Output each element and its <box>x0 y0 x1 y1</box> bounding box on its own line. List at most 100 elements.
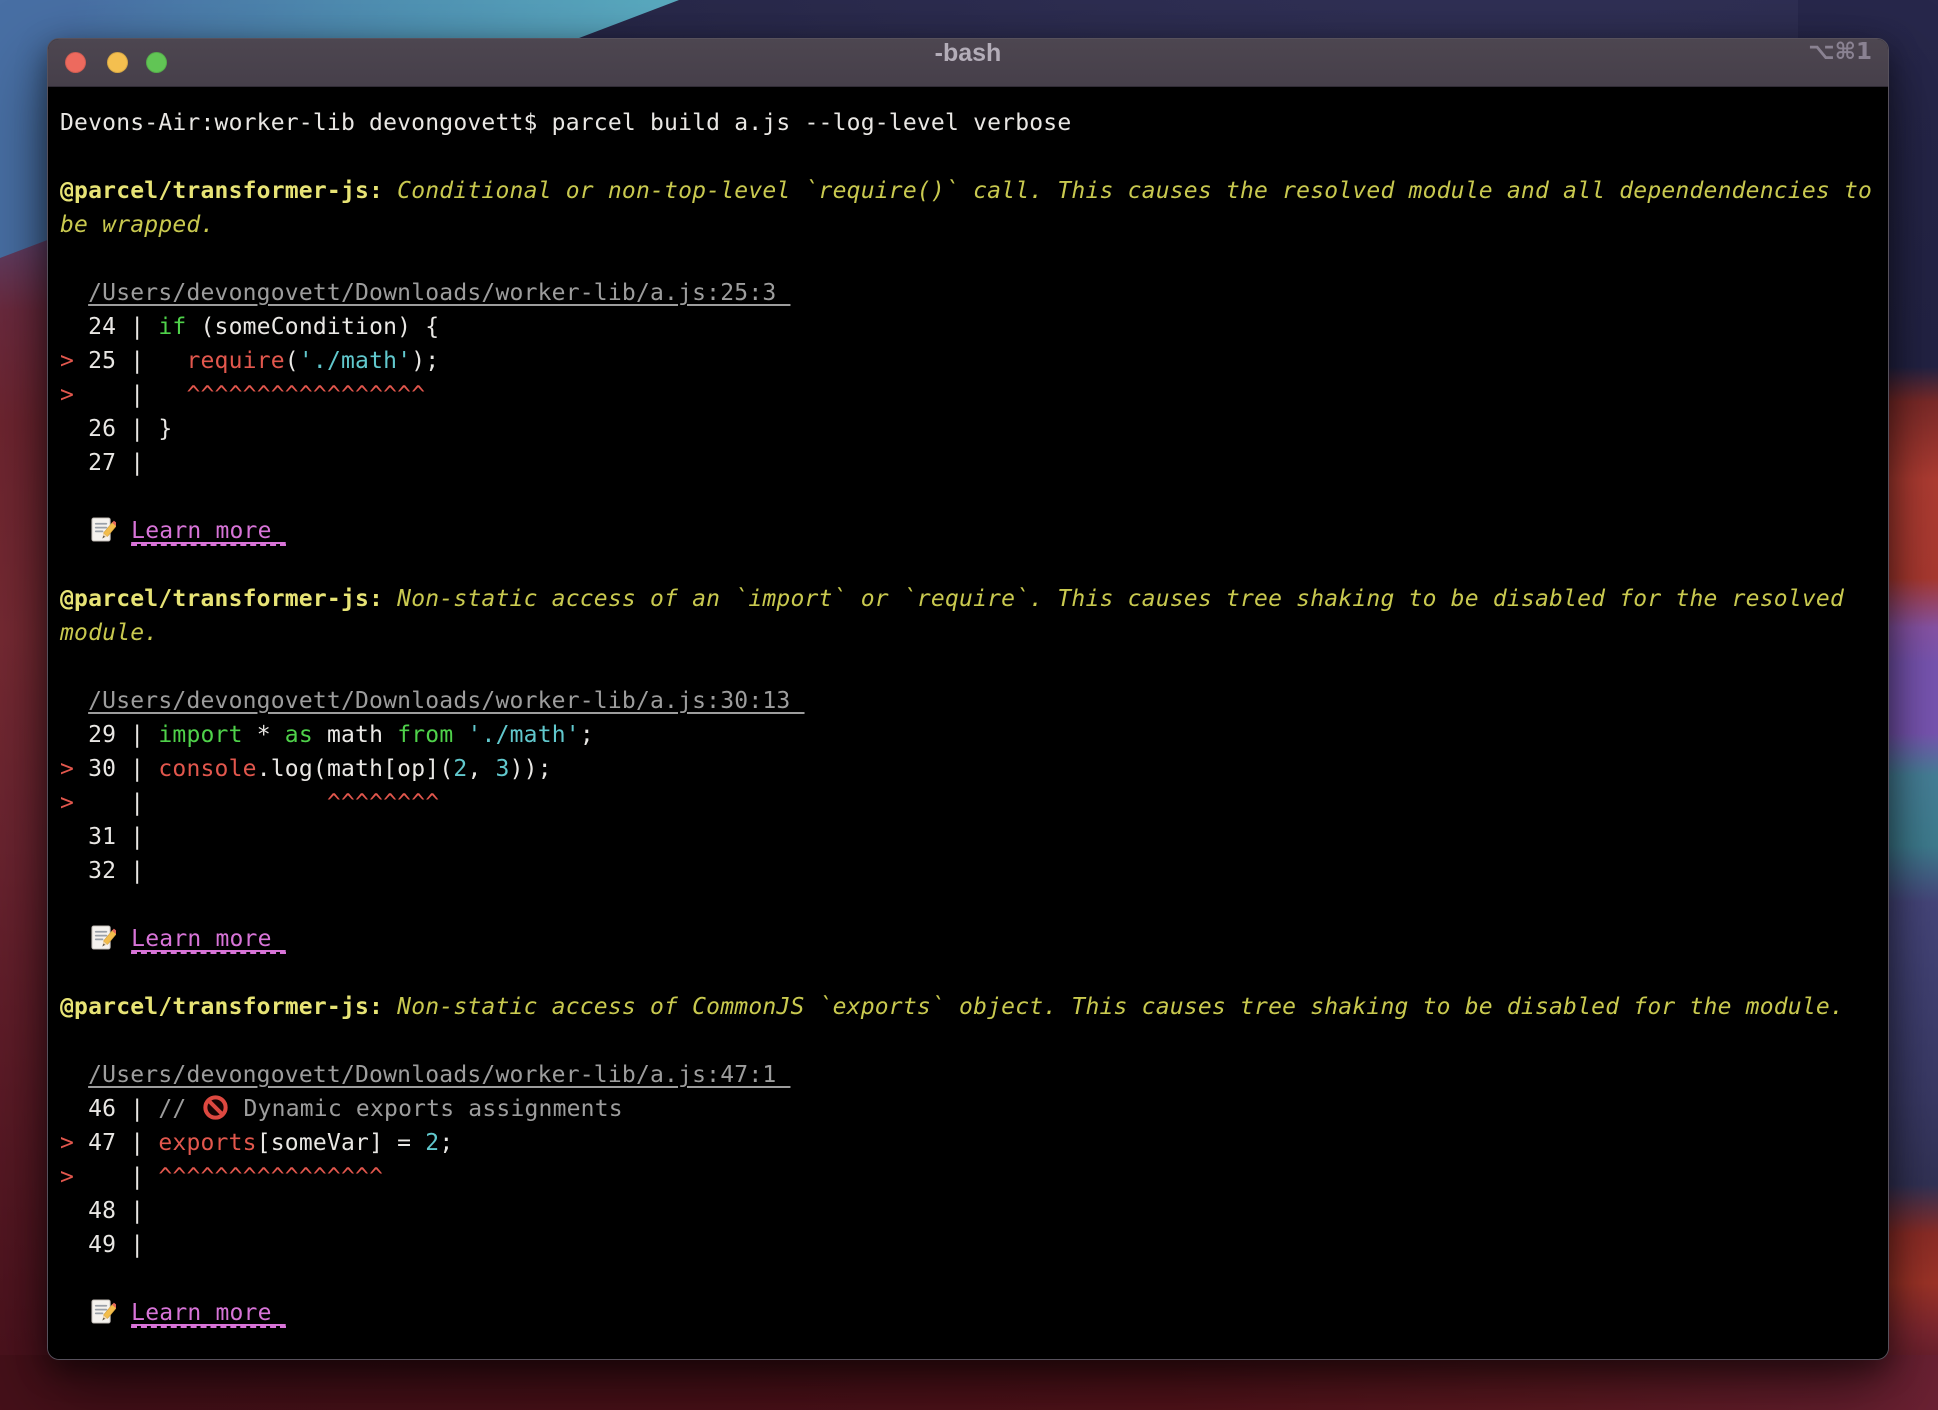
highlight-marker: > <box>60 756 88 782</box>
memo-icon <box>89 516 116 543</box>
terminal-text: from <box>397 722 453 748</box>
shell-prompt-command: Devons-Air:worker-lib devongovett$ parce… <box>60 110 1071 136</box>
terminal-text: .log(math[op]( <box>257 756 454 782</box>
learn-more-link[interactable]: Learn more <box>131 518 286 546</box>
line-number: 32 | <box>60 858 144 884</box>
warning-source: @parcel/transformer-js: <box>60 994 383 1020</box>
caret-underline: ^^^^^^^^^^^^^^^^ <box>158 1164 383 1190</box>
warning-message: Conditional or non-top-level `require()`… <box>383 178 1872 204</box>
terminal-line <box>60 140 1876 174</box>
terminal-line: /Users/devongovett/Downloads/worker-lib/… <box>60 684 1876 718</box>
terminal-line: 24 | if (someCondition) { <box>60 310 1876 344</box>
terminal-text: './math' <box>467 722 579 748</box>
highlight-marker: > <box>60 790 74 816</box>
terminal-text: (someCondition) { <box>186 314 439 340</box>
terminal-text <box>60 688 88 714</box>
highlight-marker: > <box>60 1130 88 1156</box>
terminal-line: 46 | // Dynamic exports assignments <box>60 1092 1876 1126</box>
terminal-text: if <box>158 314 186 340</box>
terminal-line <box>60 242 1876 276</box>
terminal-output[interactable]: Devons-Air:worker-lib devongovett$ parce… <box>48 87 1888 1360</box>
wallpaper-bottom-band <box>0 1355 1938 1410</box>
terminal-text: import <box>158 722 242 748</box>
terminal-line: > 47 | exports[someVar] = 2; <box>60 1126 1876 1160</box>
terminal-line: module. <box>60 616 1876 650</box>
file-path-link: /Users/devongovett/Downloads/worker-lib/… <box>88 280 790 306</box>
terminal-line: @parcel/transformer-js: Conditional or n… <box>60 174 1876 208</box>
terminal-line <box>60 480 1876 514</box>
line-number: 24 | <box>60 314 158 340</box>
terminal-text: console <box>158 756 256 782</box>
line-number: 47 | <box>88 1130 158 1156</box>
terminal-text: ; <box>439 1130 453 1156</box>
terminal-line: Learn more <box>60 922 1876 956</box>
terminal-line: > | ^^^^^^^^^^^^^^^^ <box>60 1160 1876 1194</box>
terminal-text: './math' <box>299 348 411 374</box>
highlight-marker: > <box>60 348 88 374</box>
warning-message: module. <box>60 620 158 646</box>
terminal-line: > | ^^^^^^^^ <box>60 786 1876 820</box>
terminal-text: 2 <box>425 1130 439 1156</box>
terminal-line: 29 | import * as math from './math'; <box>60 718 1876 752</box>
terminal-text <box>453 722 467 748</box>
line-number: 26 | } <box>60 416 172 442</box>
terminal-text: * <box>243 722 285 748</box>
caret-underline: ^^^^^^^^^^^^^^^^^ <box>186 382 425 408</box>
terminal-line: Devons-Air:worker-lib devongovett$ parce… <box>60 106 1876 140</box>
terminal-line <box>60 1024 1876 1058</box>
window-shortcut-badge: ⌥⌘1 <box>1808 39 1872 65</box>
terminal-line <box>60 548 1876 582</box>
terminal-text <box>60 1062 88 1088</box>
warning-message: Non-static access of CommonJS `exports` … <box>383 994 1844 1020</box>
terminal-text: | <box>74 790 327 816</box>
terminal-line: @parcel/transformer-js: Non-static acces… <box>60 582 1876 616</box>
line-number: 31 | <box>60 824 144 850</box>
terminal-line: 32 | <box>60 854 1876 888</box>
terminal-line: > 25 | require('./math'); <box>60 344 1876 378</box>
line-number: 27 | <box>60 450 144 476</box>
terminal-text: 2 <box>453 756 467 782</box>
caret-underline: ^^^^^^^^ <box>327 790 439 816</box>
warning-source: @parcel/transformer-js: <box>60 586 383 612</box>
terminal-text: )); <box>510 756 552 782</box>
learn-more-link[interactable]: Learn more <box>131 926 286 954</box>
terminal-line: /Users/devongovett/Downloads/worker-lib/… <box>60 1058 1876 1092</box>
terminal-text: , <box>467 756 495 782</box>
terminal-line: Learn more <box>60 514 1876 548</box>
line-number: 25 | <box>88 348 186 374</box>
window-titlebar[interactable]: -bash ⌥⌘1 <box>48 39 1888 87</box>
terminal-line: 27 | <box>60 446 1876 480</box>
terminal-text: | <box>74 1164 158 1190</box>
line-number: 49 | <box>60 1232 144 1258</box>
terminal-text: 3 <box>496 756 510 782</box>
terminal-line <box>60 956 1876 990</box>
code-comment: // <box>158 1096 200 1122</box>
terminal-line <box>60 888 1876 922</box>
terminal-text: ; <box>580 722 594 748</box>
terminal-text <box>60 280 88 306</box>
terminal-text <box>60 1300 88 1326</box>
terminal-text <box>60 926 88 952</box>
memo-icon <box>89 924 116 951</box>
terminal-text: exports <box>158 1130 256 1156</box>
terminal-line: /Users/devongovett/Downloads/worker-lib/… <box>60 276 1876 310</box>
terminal-text: | <box>74 382 186 408</box>
terminal-text: ( <box>285 348 299 374</box>
terminal-text <box>117 1300 131 1326</box>
line-number: 30 | <box>88 756 158 782</box>
terminal-text <box>117 926 131 952</box>
window-title: -bash <box>48 39 1888 68</box>
terminal-line: Learn more <box>60 1296 1876 1330</box>
file-path-link: /Users/devongovett/Downloads/worker-lib/… <box>88 1062 790 1088</box>
terminal-text: math <box>313 722 397 748</box>
file-path-link: /Users/devongovett/Downloads/worker-lib/… <box>88 688 804 714</box>
memo-icon <box>89 1298 116 1325</box>
highlight-marker: > <box>60 382 74 408</box>
terminal-line: 48 | <box>60 1194 1876 1228</box>
terminal-text: require <box>186 348 284 374</box>
learn-more-link[interactable]: Learn more <box>131 1300 286 1328</box>
line-number: 48 | <box>60 1198 144 1224</box>
terminal-window: -bash ⌥⌘1 Devons-Air:worker-lib devongov… <box>47 38 1889 1360</box>
code-comment: Dynamic exports assignments <box>230 1096 623 1122</box>
no-entry-icon <box>202 1094 229 1121</box>
